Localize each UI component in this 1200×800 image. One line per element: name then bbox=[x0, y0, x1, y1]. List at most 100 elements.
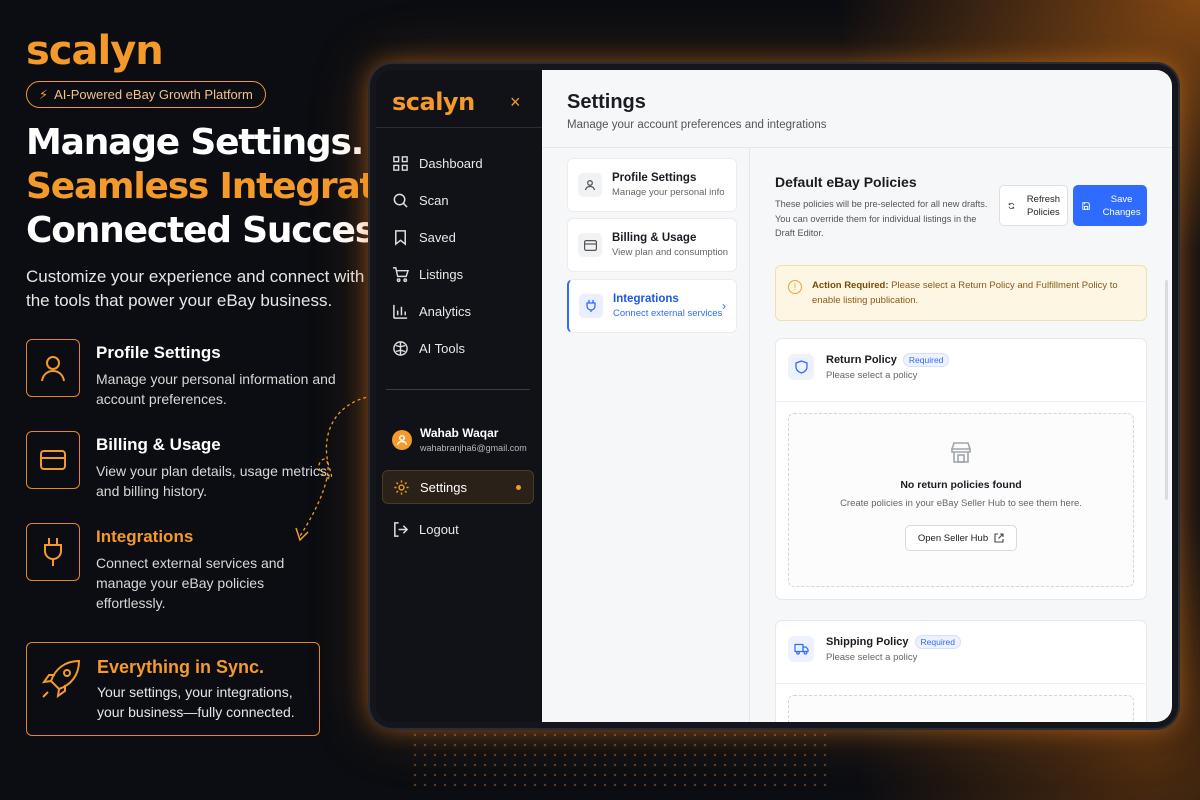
store-icon bbox=[949, 440, 973, 469]
user-icon bbox=[26, 339, 80, 397]
sidebar-item-scan[interactable]: Scan bbox=[392, 192, 449, 209]
section-desc: These policies will be pre-selected for … bbox=[775, 199, 988, 238]
empty-state: No return policies found Create policies… bbox=[788, 413, 1134, 587]
save-changes-button[interactable]: Save Changes bbox=[1073, 185, 1147, 226]
card-title: Shipping Policy bbox=[826, 636, 909, 648]
tab-title: Integrations bbox=[613, 293, 679, 305]
lead-text: Customize your experience and connect wi… bbox=[26, 267, 365, 310]
bolt-icon: ⚡ bbox=[39, 86, 49, 102]
sidebar-item-label: Listings bbox=[419, 267, 464, 282]
sidebar-item-settings[interactable]: Settings bbox=[382, 470, 534, 504]
sidebar-item-listings[interactable]: Listings bbox=[392, 266, 463, 283]
divider bbox=[376, 127, 542, 128]
grid-icon bbox=[393, 156, 408, 171]
sidebar-item-label: Dashboard bbox=[419, 156, 483, 171]
brand-logo: scalyn bbox=[26, 28, 164, 74]
logout-icon bbox=[394, 522, 409, 537]
dashed-arrow bbox=[295, 395, 373, 542]
card-header: Shipping Policy Required Please select a … bbox=[788, 635, 962, 663]
app-window: scalyn × Dashboard Scan Saved Listings A… bbox=[370, 64, 1178, 728]
sidebar-logo: scalyn bbox=[392, 88, 475, 116]
logout-label: Logout bbox=[419, 522, 459, 537]
page-subtitle: Manage your account preferences and inte… bbox=[567, 119, 827, 131]
rocket-icon bbox=[39, 657, 83, 721]
tab-desc: Manage your personal info bbox=[612, 187, 725, 198]
required-badge: Required bbox=[902, 353, 950, 367]
headline-line-3: Connected Success. bbox=[26, 210, 409, 251]
tab-desc: View plan and consumption bbox=[612, 247, 729, 258]
divider bbox=[749, 147, 750, 722]
save-icon bbox=[1082, 201, 1090, 210]
sidebar: scalyn × Dashboard Scan Saved Listings A… bbox=[376, 70, 542, 722]
bookmark-icon bbox=[395, 230, 406, 246]
alert-strong: Action Required: bbox=[812, 280, 889, 291]
card-title: Return Policy bbox=[826, 354, 897, 366]
plug-icon bbox=[26, 523, 80, 581]
gear-icon bbox=[394, 479, 409, 495]
dot-pattern bbox=[410, 730, 830, 790]
tab-profile-settings[interactable]: Profile Settings Manage your personal in… bbox=[567, 158, 737, 212]
user-name: Wahab Waqar bbox=[420, 426, 499, 440]
avatar bbox=[392, 429, 412, 450]
search-icon bbox=[393, 193, 408, 208]
user-profile[interactable]: Wahab Waqar wahabranjha6@gmail.com bbox=[392, 426, 527, 453]
sidebar-item-analytics[interactable]: Analytics bbox=[392, 303, 471, 320]
sidebar-item-saved[interactable]: Saved bbox=[392, 229, 456, 246]
empty-desc: Create policies in your eBay Seller Hub … bbox=[840, 498, 1082, 509]
card-icon bbox=[26, 431, 80, 489]
scrollbar[interactable] bbox=[1165, 280, 1168, 500]
sidebar-item-label: AI Tools bbox=[419, 341, 466, 356]
shipping-policy-card: Shipping Policy Required Please select a … bbox=[775, 620, 1147, 722]
card-desc: Please select a policy bbox=[826, 652, 918, 663]
brain-icon bbox=[393, 341, 408, 356]
sync-desc: Your settings, your integrations, your b… bbox=[97, 684, 295, 720]
user-icon bbox=[396, 434, 408, 445]
tab-title: Profile Settings bbox=[612, 172, 697, 184]
chevron-right-icon: › bbox=[722, 299, 726, 313]
tab-integrations[interactable]: Integrations Connect external services › bbox=[567, 279, 737, 333]
save-label: Save Changes bbox=[1102, 193, 1141, 218]
active-indicator bbox=[516, 484, 521, 490]
feature-desc: Connect external services and manage you… bbox=[96, 555, 285, 611]
feature-title: Profile Settings bbox=[96, 343, 221, 362]
user-icon bbox=[578, 173, 602, 197]
external-link-icon bbox=[994, 533, 1004, 543]
card-desc: Please select a policy bbox=[826, 370, 918, 381]
sidebar-item-label: Settings bbox=[420, 479, 467, 495]
cart-icon bbox=[392, 267, 409, 283]
section-title: Default eBay Policies bbox=[775, 174, 917, 190]
open-seller-hub-label: Open Seller Hub bbox=[917, 532, 989, 544]
close-icon[interactable]: × bbox=[510, 92, 521, 113]
tagline-badge: ⚡ AI-Powered eBay Growth Platform bbox=[26, 81, 266, 108]
tab-billing-usage[interactable]: Billing & Usage View plan and consumptio… bbox=[567, 218, 737, 272]
action-required-alert: ! Action Required: Please select a Retur… bbox=[775, 265, 1147, 321]
main-content: Settings Manage your account preferences… bbox=[542, 70, 1172, 722]
divider bbox=[776, 683, 1146, 684]
empty-state bbox=[788, 695, 1134, 722]
divider bbox=[542, 147, 1172, 148]
divider bbox=[776, 401, 1146, 402]
user-email: wahabranjha6@gmail.com bbox=[420, 443, 527, 453]
refresh-icon bbox=[1008, 202, 1015, 209]
chart-icon bbox=[393, 304, 408, 319]
refresh-label: Refresh Policies bbox=[1026, 193, 1061, 218]
sync-callout: Everything in Sync. Your settings, your … bbox=[26, 642, 320, 736]
card-icon bbox=[578, 233, 602, 257]
sidebar-item-label: Saved bbox=[419, 230, 456, 245]
tab-desc: Connect external services bbox=[613, 308, 723, 319]
sidebar-item-ai-tools[interactable]: AI Tools bbox=[392, 340, 465, 357]
alert-text: Action Required: Please select a Return … bbox=[812, 278, 1134, 308]
sidebar-item-label: Scan bbox=[419, 193, 449, 208]
page-title: Settings bbox=[567, 91, 646, 113]
card-header: Return Policy Required Please select a po… bbox=[788, 353, 950, 381]
sync-title: Everything in Sync. bbox=[97, 657, 265, 677]
empty-title: No return policies found bbox=[900, 479, 1022, 491]
refresh-policies-button[interactable]: Refresh Policies bbox=[999, 185, 1068, 226]
open-seller-hub-button[interactable]: Open Seller Hub bbox=[904, 525, 1018, 551]
plug-icon bbox=[579, 294, 603, 318]
truck-icon bbox=[788, 636, 814, 662]
sidebar-item-dashboard[interactable]: Dashboard bbox=[392, 155, 483, 172]
divider bbox=[386, 389, 530, 390]
alert-icon: ! bbox=[788, 280, 802, 294]
logout-button[interactable]: Logout bbox=[392, 521, 459, 538]
